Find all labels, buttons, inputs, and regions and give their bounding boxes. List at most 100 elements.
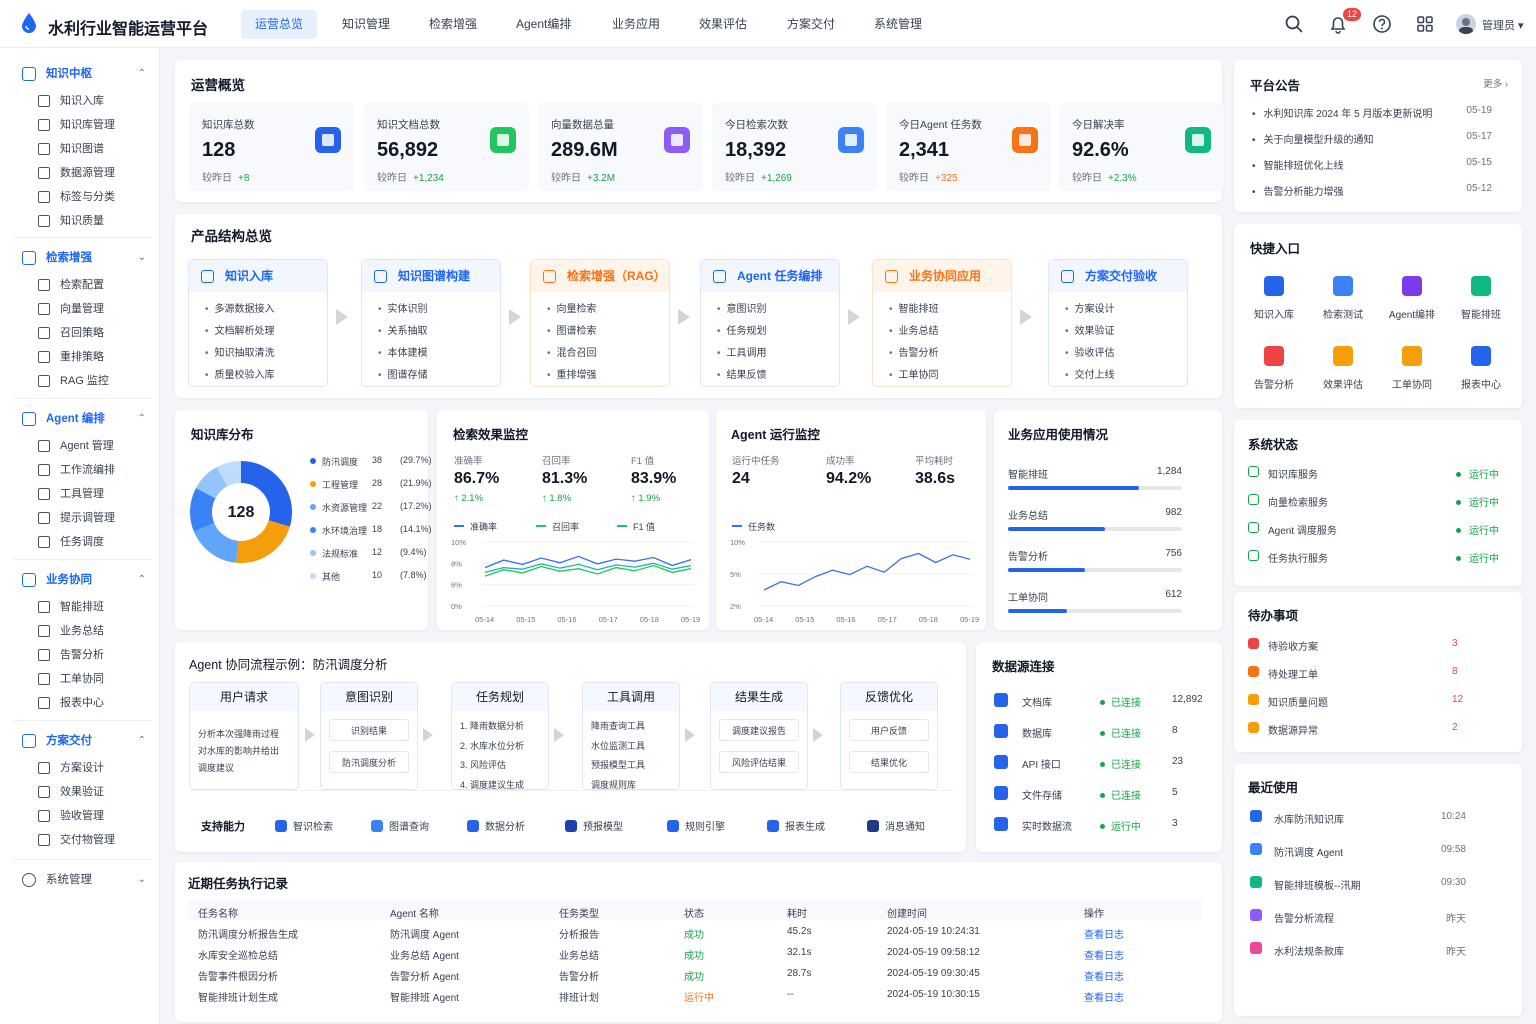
avatar[interactable]	[1456, 14, 1476, 34]
nav-tab[interactable]: 运营总览	[241, 10, 318, 39]
quick-entry-item[interactable]: 检索测试	[1313, 276, 1373, 321]
quick-entry-item[interactable]: Agent编排	[1382, 276, 1442, 321]
nav-tab[interactable]: Agent编排	[502, 10, 585, 39]
donut-slice[interactable]	[193, 522, 239, 563]
sidebar-item-icon	[38, 697, 50, 709]
product-stage-box[interactable]: 方案交付验收方案设计效果验证验收评估交付上线	[1048, 259, 1188, 387]
sidebar-item-icon	[38, 167, 50, 179]
chevron-icon: ⌃	[137, 574, 146, 585]
nav-tab[interactable]: 检索增强	[415, 10, 491, 39]
table-header-cell: 创建时间	[887, 909, 927, 920]
stat-card[interactable]: 今日解决率 92.6% 较昨日 +2.3%	[1059, 103, 1224, 191]
table-header-cell: 状态	[684, 909, 704, 920]
flow-step-line: 调度建议	[198, 763, 235, 773]
flow-step[interactable]: 工具调用 降雨查询工具 水位监测工具 预报模型工具 调度规则库	[582, 682, 680, 790]
table-header-cell: 操作	[1084, 909, 1104, 920]
service-status: 运行中	[1456, 550, 1499, 565]
product-stage-item: 混合召回	[547, 344, 597, 359]
stat-card[interactable]: 向量数据总量 289.6M 较昨日 +3.2M	[538, 103, 703, 191]
product-stage-item: 告警分析	[889, 344, 939, 359]
todo-icon	[1248, 638, 1259, 649]
sidebar-group-label: Agent 编排	[46, 413, 105, 425]
legend-label: F1 值	[633, 522, 656, 532]
capability-icon	[467, 820, 479, 832]
capability-item[interactable]: 报表生成	[767, 818, 825, 833]
sidebar-item-label: 工作流编排	[60, 464, 115, 476]
x-tick-label: 05-15	[795, 615, 814, 624]
donut-slice[interactable]	[216, 461, 242, 487]
x-tick-label: 05-18	[919, 615, 938, 624]
service-icon	[1248, 494, 1259, 505]
capability-item[interactable]: 智识检索	[275, 818, 333, 833]
todo-count: 3	[1452, 638, 1458, 649]
sidebar-group[interactable]: 检索增强 ⌄	[22, 249, 146, 267]
capability-item[interactable]: 消息通知	[867, 818, 925, 833]
flow-step[interactable]: 用户请求 分析本次强降雨过程 对水库的影响并给出 调度建议	[189, 682, 299, 790]
nav-tab[interactable]: 业务应用	[598, 10, 674, 39]
stat-card[interactable]: 今日检索次数 18,392 较昨日 +1,269	[712, 103, 877, 191]
donut-slice[interactable]	[236, 519, 290, 563]
capability-item[interactable]: 图谱查询	[371, 818, 429, 833]
sidebar-group[interactable]: 业务协同 ⌃	[22, 571, 146, 589]
donut-slice[interactable]	[196, 467, 228, 499]
recent-title: 最近使用	[1248, 781, 1299, 795]
quick-entry-item[interactable]: 知识入库	[1244, 276, 1304, 321]
sidebar-group[interactable]: 系统管理 ⌄	[22, 871, 146, 889]
view-log-link[interactable]: 查看日志	[1084, 989, 1124, 1004]
arrow-right-icon	[1020, 309, 1032, 325]
view-log-link[interactable]: 查看日志	[1084, 947, 1124, 962]
stat-card[interactable]: 今日Agent 任务数 2,341 较昨日 +325	[886, 103, 1051, 191]
sidebar-group[interactable]: 方案交付 ⌃	[22, 732, 146, 750]
sidebar-group[interactable]: 知识中枢 ⌃	[22, 65, 146, 83]
capability-item[interactable]: 预报模型	[565, 818, 623, 833]
service-name: 任务执行服务	[1268, 554, 1328, 565]
nav-tab[interactable]: 方案交付	[773, 10, 849, 39]
table-header-cell: 任务名称	[198, 909, 238, 920]
chart-legend-item: 任务数	[732, 520, 775, 533]
flow-step[interactable]: 任务规划 1. 降雨数据分析 2. 水库水位分析 3. 风险评估 4. 调度建议生成	[451, 682, 549, 790]
search-icon[interactable]	[1284, 14, 1304, 34]
legend-line	[732, 525, 742, 527]
quick-entry-item[interactable]: 报表中心	[1451, 346, 1511, 391]
product-stage-box[interactable]: 业务协同应用智能排班业务总结告警分析工单协同	[872, 259, 1012, 387]
quick-entry-item[interactable]: 告警分析	[1244, 346, 1304, 391]
stat-card[interactable]: 知识文档总数 56,892 较昨日 +1,234	[364, 103, 529, 191]
view-log-link[interactable]: 查看日志	[1084, 926, 1124, 941]
nav-tab[interactable]: 知识管理	[328, 10, 404, 39]
quick-entry-item[interactable]: 效果评估	[1313, 346, 1373, 391]
product-stage-header: 知识图谱构建	[362, 260, 500, 292]
product-stage-box[interactable]: 知识图谱构建实体识别关系抽取本体建模图谱存储	[361, 259, 501, 387]
stat-card[interactable]: 知识库总数 128 较昨日 +8	[189, 103, 354, 191]
user-menu[interactable]: 管理员 ▾	[1482, 17, 1524, 33]
quick-entry-label: 报表中心	[1461, 380, 1501, 391]
arrow-right-icon	[509, 309, 521, 325]
nav-tab[interactable]: 效果评估	[685, 10, 761, 39]
sidebar-item-label: 提示调管理	[60, 512, 115, 524]
view-log-link[interactable]: 查看日志	[1084, 968, 1124, 983]
stat-delta: +3.2M	[587, 173, 616, 184]
table-cell: 2024-05-19 09:30:45	[887, 968, 980, 979]
capability-item[interactable]: 规则引擎	[667, 818, 725, 833]
product-stage-box[interactable]: 知识入库多源数据接入文档解析处理知识抽取清洗质量校验入库	[188, 259, 328, 387]
app-title: 水利行业智能运营平台	[48, 21, 209, 38]
quick-entry-item[interactable]: 智能排班	[1451, 276, 1511, 321]
flow-step[interactable]: 结果生成 调度建议报告 风险评估结果	[710, 682, 808, 790]
product-stage-item: 结果反馈	[717, 366, 767, 381]
chevron-icon: ⌃	[137, 413, 146, 424]
quick-entry-item[interactable]: 工单协同	[1382, 346, 1442, 391]
flow-step[interactable]: 反馈优化 用户反馈 结果优化	[840, 682, 938, 790]
apps-grid-icon[interactable]	[1415, 14, 1435, 34]
capability-item[interactable]: 数据分析	[467, 818, 525, 833]
legend-count: 12	[372, 547, 383, 557]
announcement-more-link[interactable]: 更多 ›	[1483, 76, 1508, 90]
sidebar-divider	[12, 398, 152, 399]
product-stage-box[interactable]: Agent 任务编排意图识别任务规划工具调用结果反馈	[700, 259, 840, 387]
nav-tab[interactable]: 系统管理	[860, 10, 936, 39]
sidebar-group[interactable]: Agent 编排 ⌃	[22, 410, 146, 428]
product-stage-box[interactable]: 检索增强（RAG） 向量检索图谱检索混合召回重排增强	[530, 259, 670, 387]
donut-slice[interactable]	[190, 487, 216, 532]
help-icon[interactable]	[1372, 14, 1392, 34]
flow-step[interactable]: 意图识别 识别结果 防汛调度分析	[320, 682, 418, 790]
flow-step-box: 调度建议报告	[719, 719, 799, 741]
flow-step-title: 工具调用	[583, 683, 679, 711]
